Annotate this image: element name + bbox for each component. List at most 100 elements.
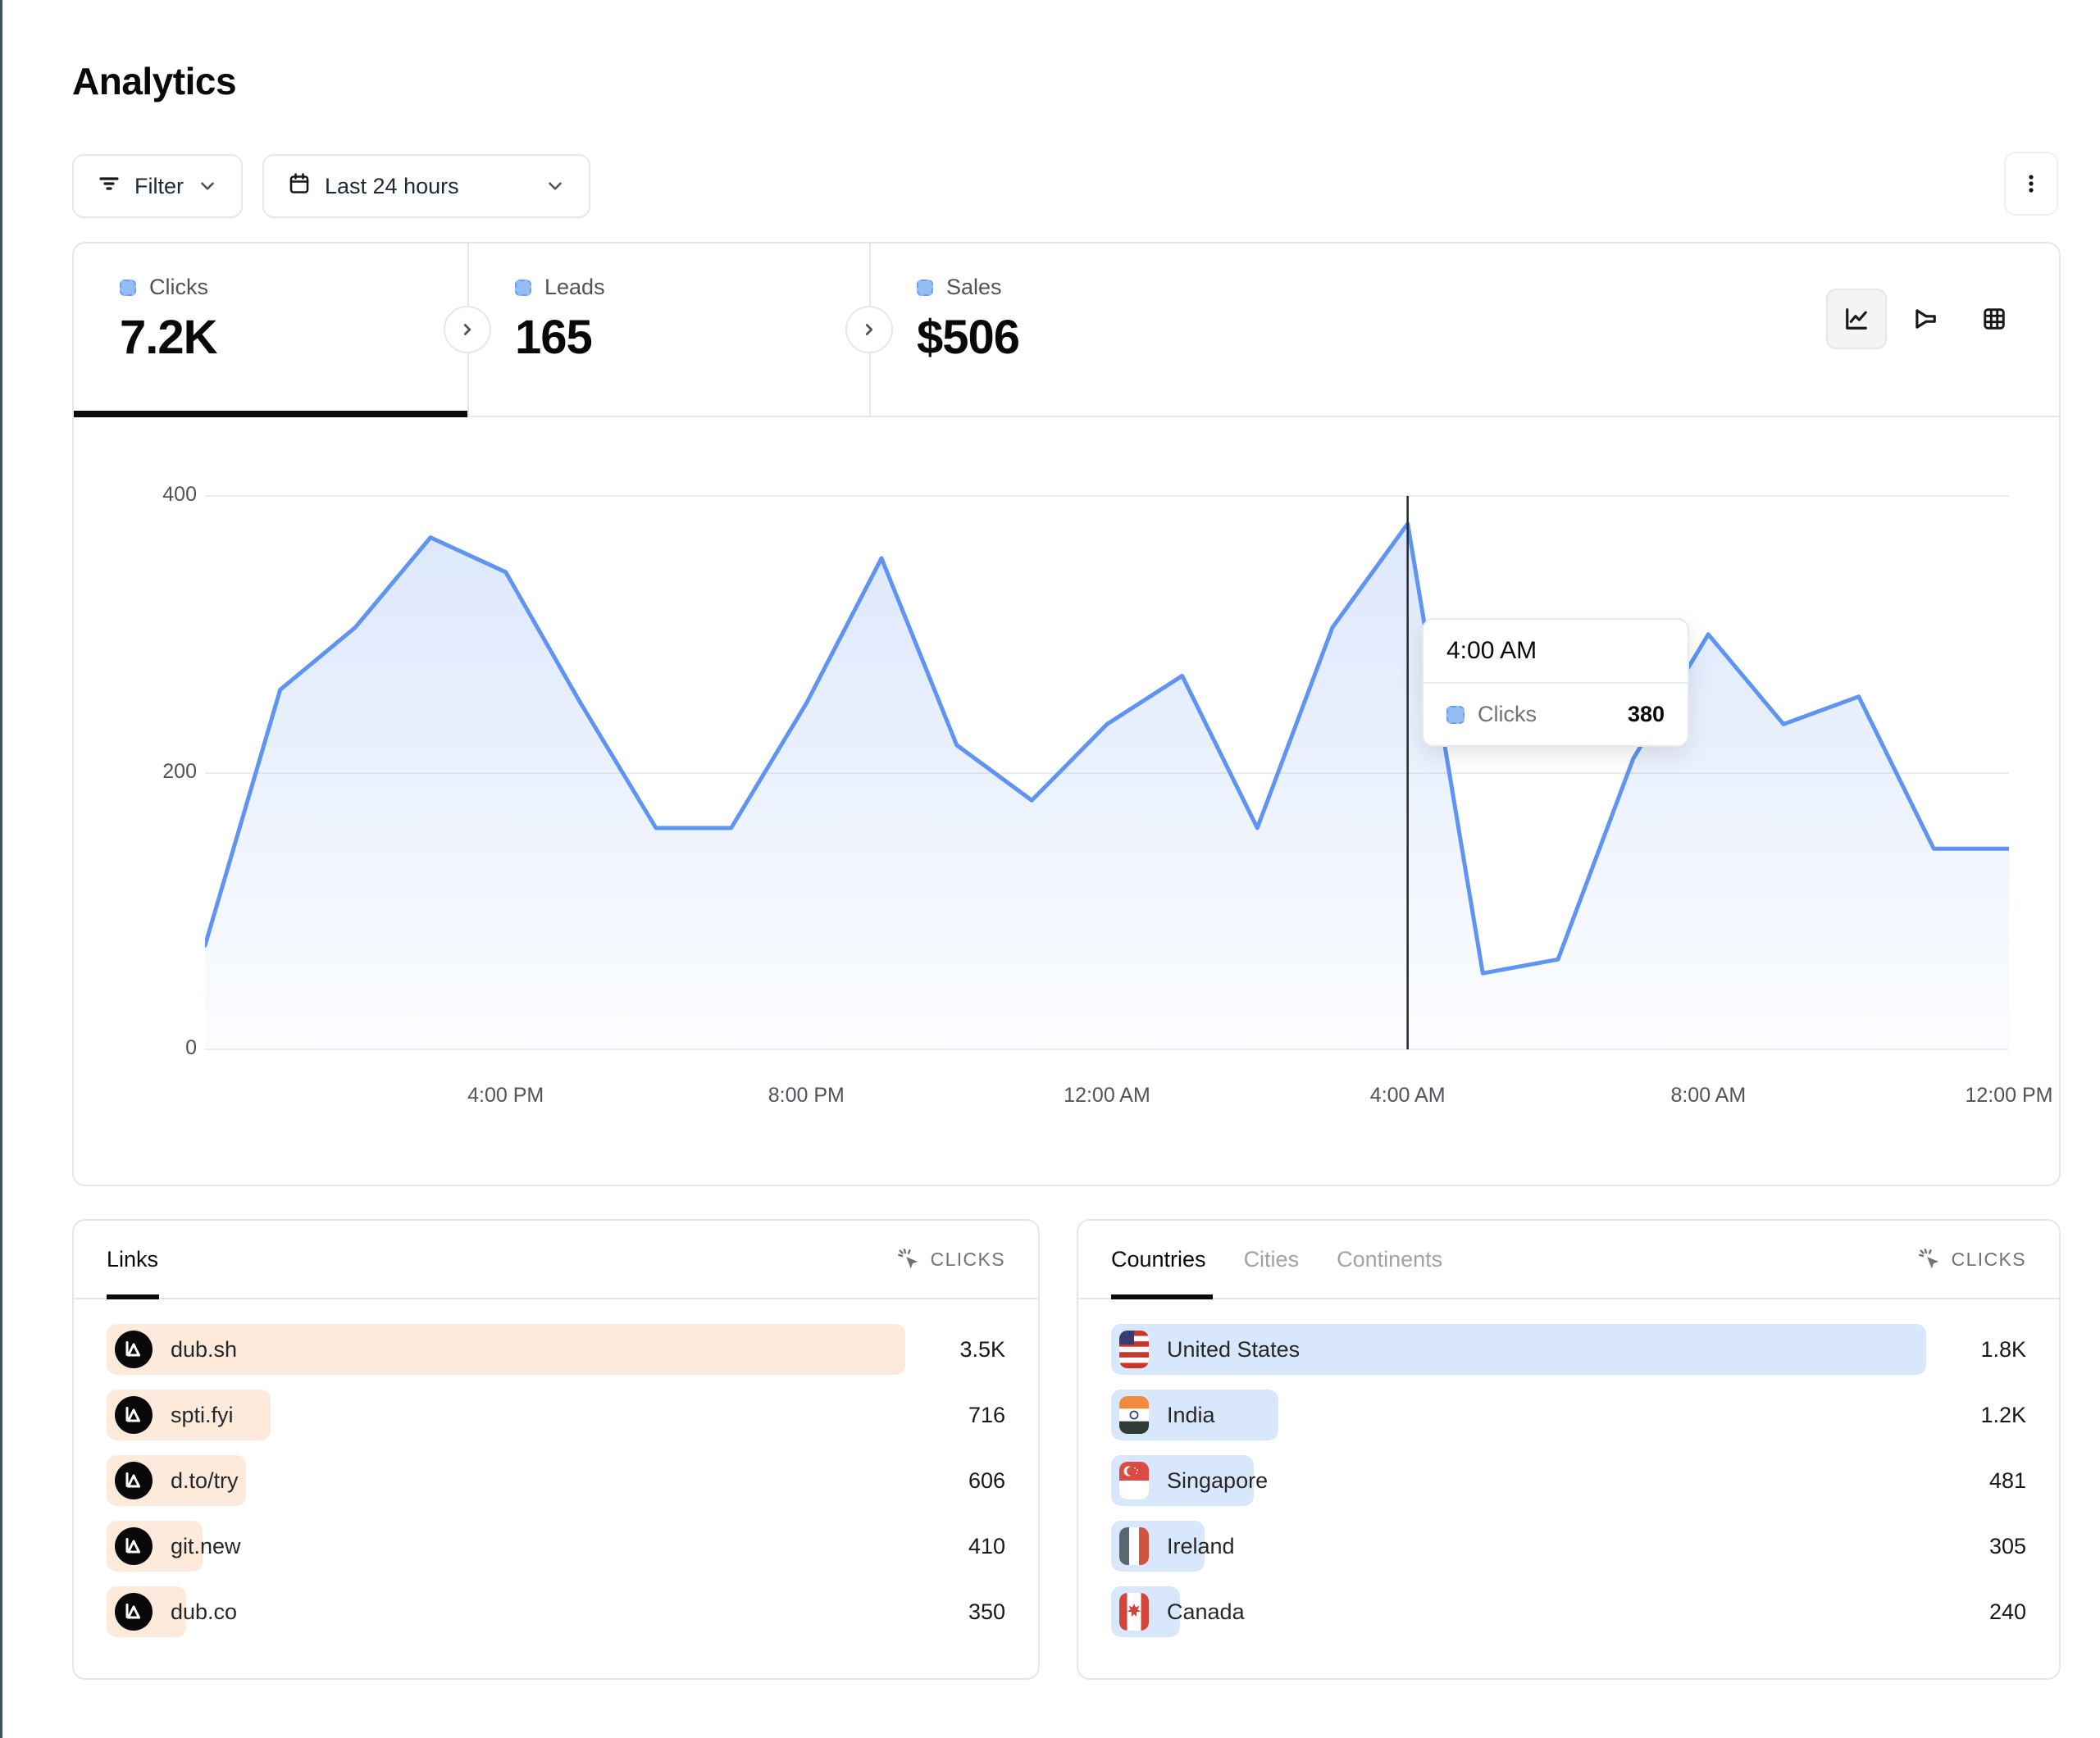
dub-logo-icon [115,1462,153,1499]
link-bar-zone: spti.fyi [107,1390,905,1440]
tab-countries[interactable]: Countries [1111,1247,1206,1272]
tooltip-time: 4:00 AM [1424,620,1688,684]
link-row[interactable]: dub.co350 [107,1586,1005,1637]
cursor-click-icon [1917,1247,1942,1272]
sales-legend-swatch [917,280,933,296]
links-list: dub.sh 3.5K spti.fyi 716 d.to/try 606 git.n… [74,1299,1038,1637]
flag-us-icon [1119,1331,1149,1368]
country-label: Ireland [1167,1534,1235,1559]
link-clicks-value: 716 [927,1403,1005,1428]
country-label: Singapore [1167,1468,1268,1494]
filter-button-label: Filter [134,174,184,199]
link-row[interactable]: git.new 410 [107,1521,1005,1572]
stat-label: Sales [946,275,1002,300]
clicks-value: 7.2K [120,310,467,365]
tab-clicks[interactable]: Clicks 7.2K [74,243,467,416]
countries-list: United States 1.8K India1.2K Singapore 481 Ir… [1078,1299,2059,1637]
link-row[interactable]: spti.fyi 716 [107,1390,1005,1440]
country-label: United States [1167,1337,1300,1363]
expand-clicks-button[interactable] [444,306,491,353]
analytics-chart-card: Clicks 7.2K Leads 165 Sales $506 [72,242,2061,1186]
funnel-chart-toggle[interactable] [1895,289,1956,349]
link-label: spti.fyi [171,1403,234,1428]
countries-metric-label: CLICKS [1952,1249,2026,1271]
filter-button[interactable]: Filter [72,154,243,218]
link-bar-zone: d.to/try [107,1455,905,1506]
dub-logo-icon [115,1331,153,1368]
links-panel-header: Links CLICKS [74,1221,1038,1299]
link-label: dub.sh [171,1337,237,1363]
country-clicks-value: 481 [1947,1468,2026,1494]
stat-label: Clicks [149,275,208,300]
expand-leads-button[interactable] [845,306,893,353]
flag-ie-icon [1119,1527,1149,1565]
y-axis-tick-label: 400 [107,483,197,507]
y-axis-tick-label: 200 [107,760,197,784]
calendar-icon [287,171,312,202]
countries-panel: Countries Cities Continents CLICKS Unite… [1077,1219,2061,1680]
funnel-chart-icon [1911,304,1940,334]
country-bar-zone: United States [1111,1324,1926,1375]
line-chart-icon [1842,304,1871,334]
page-title: Analytics [72,59,236,103]
date-range-label: Last 24 hours [325,174,459,199]
links-metric-selector[interactable]: CLICKS [896,1247,1005,1272]
tooltip-series-label: Clicks [1478,702,1615,727]
link-clicks-value: 606 [927,1468,1005,1494]
link-clicks-value: 3.5K [927,1337,1005,1363]
country-label: India [1167,1403,1215,1428]
tooltip-value: 380 [1628,702,1665,727]
more-options-button[interactable] [2004,152,2058,216]
area-chart-svg [205,489,2009,1055]
clicks-legend-swatch [120,280,136,296]
tab-sales[interactable]: Sales $506 [871,243,1297,416]
link-clicks-value: 410 [927,1534,1005,1559]
kebab-menu-icon [2018,169,2044,198]
dub-logo-icon [115,1593,153,1631]
dub-logo-icon [115,1396,153,1434]
leads-legend-swatch [515,280,531,296]
tooltip-series-swatch [1446,706,1465,724]
tab-continents[interactable]: Continents [1337,1247,1442,1272]
tab-links[interactable]: Links [107,1247,158,1272]
dub-logo-icon [115,1527,153,1565]
stats-row: Clicks 7.2K Leads 165 Sales $506 [74,243,2059,417]
date-range-button[interactable]: Last 24 hours [262,154,590,218]
x-axis-tick-label: 4:00 AM [1370,1084,1446,1108]
country-label: Canada [1167,1599,1245,1625]
flag-sg-icon [1119,1462,1149,1499]
table-view-toggle[interactable] [1964,289,2025,349]
tab-leads[interactable]: Leads 165 [469,243,869,416]
flag-ca-icon [1119,1593,1149,1631]
x-axis-tick-label: 8:00 PM [768,1084,845,1108]
line-chart-toggle[interactable] [1826,289,1887,349]
links-panel: Links CLICKS dub.sh 3.5K spti.fyi 716 d.to… [72,1219,1040,1680]
link-row[interactable]: dub.sh 3.5K [107,1324,1005,1375]
filter-bars-icon [97,171,121,202]
link-clicks-value: 350 [927,1599,1005,1625]
country-row[interactable]: Canada 240 [1111,1586,2026,1637]
link-row[interactable]: d.to/try 606 [107,1455,1005,1506]
link-bar-zone: dub.sh [107,1324,905,1375]
countries-metric-selector[interactable]: CLICKS [1917,1247,2026,1272]
link-bar-zone: git.new [107,1521,905,1572]
chart-tooltip: 4:00 AM Clicks 380 [1422,618,1689,747]
country-row[interactable]: United States 1.8K [1111,1324,2026,1375]
country-clicks-value: 1.8K [1947,1337,2026,1363]
tab-cities[interactable]: Cities [1244,1247,1300,1272]
country-bar-zone: Canada [1111,1586,1926,1637]
x-axis-tick-label: 12:00 AM [1064,1084,1150,1108]
active-tab-underline [74,411,467,417]
country-row[interactable]: India1.2K [1111,1390,2026,1440]
stat-label: Leads [544,275,605,300]
country-row[interactable]: Singapore 481 [1111,1455,2026,1506]
chart-view-toggles [1826,289,2025,349]
countries-panel-header: Countries Cities Continents CLICKS [1078,1221,2059,1299]
links-tab-underline [107,1294,159,1299]
toolbar: Filter Last 24 hours [72,154,590,218]
country-bar-zone: India [1111,1390,1926,1440]
country-row[interactable]: Ireland305 [1111,1521,2026,1572]
area-fill [205,524,2009,1049]
country-clicks-value: 240 [1947,1599,2026,1625]
analytics-page: Analytics Filter Last 24 hours Clicks 7.… [0,0,2100,1738]
